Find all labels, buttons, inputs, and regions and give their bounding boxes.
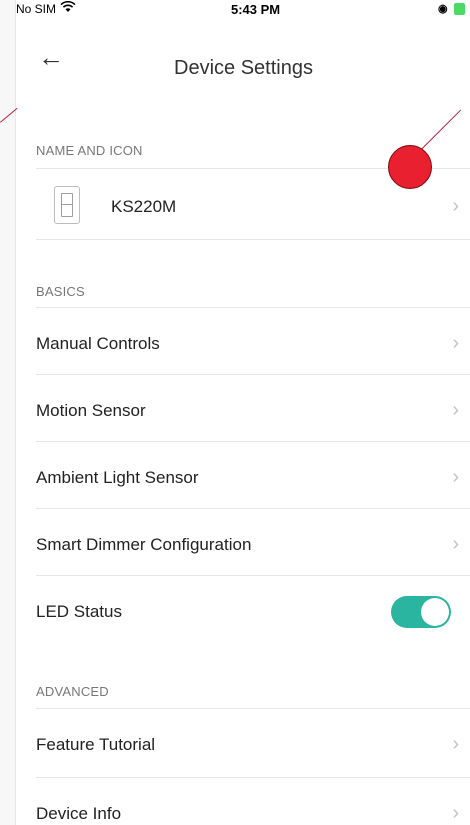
navigation-bar: ← Device Settings [16, 35, 470, 79]
toggle-knob [421, 598, 449, 626]
annotation-marker [388, 145, 432, 189]
divider [36, 777, 470, 778]
section-header-name-and-icon: NAME AND ICON [36, 143, 143, 158]
row-label: Motion Sensor [36, 401, 146, 420]
switch-device-icon [54, 186, 80, 224]
section-header-advanced: ADVANCED [36, 684, 109, 699]
chevron-right-icon: › [452, 533, 459, 555]
section-header-basics: BASICS [36, 284, 85, 299]
motion-sensor-row[interactable]: Motion Sensor › [16, 377, 470, 443]
feature-tutorial-row[interactable]: Feature Tutorial › [16, 711, 470, 777]
chevron-right-icon: › [452, 399, 459, 421]
ambient-light-sensor-row[interactable]: Ambient Light Sensor › [16, 444, 470, 510]
carrier-label: No SIM [16, 2, 57, 16]
status-bar: No SIM 5:43 PM ◉ [16, 0, 470, 20]
chevron-right-icon: › [452, 195, 459, 217]
row-label: Ambient Light Sensor [36, 468, 199, 487]
divider [36, 441, 470, 442]
divider [36, 239, 470, 240]
page-title: Device Settings [174, 57, 313, 79]
divider [36, 374, 470, 375]
row-label: Manual Controls [36, 334, 160, 353]
manual-controls-row[interactable]: Manual Controls › [16, 310, 470, 376]
orientation-lock-icon: ◉ [438, 3, 448, 15]
divider [36, 508, 470, 509]
battery-icon [453, 3, 465, 16]
row-label: Smart Dimmer Configuration [36, 535, 252, 554]
status-icons: ◉ [438, 2, 465, 16]
led-status-toggle[interactable] [391, 596, 451, 628]
smart-dimmer-configuration-row[interactable]: Smart Dimmer Configuration › [16, 511, 470, 577]
chevron-right-icon: › [452, 332, 459, 354]
chevron-right-icon: › [452, 802, 459, 824]
device-info-row[interactable]: Device Info › [16, 780, 470, 825]
device-name: KS220M [111, 197, 177, 216]
row-label: Device Info [36, 804, 122, 823]
divider [36, 575, 470, 576]
phone-screen: No SIM 5:43 PM ◉ ← Device Settings NAME … [15, 0, 470, 825]
clock-time: 5:43 PM [231, 2, 281, 17]
divider [36, 708, 470, 709]
chevron-right-icon: › [452, 466, 459, 488]
wifi-icon [60, 0, 76, 16]
row-label: Feature Tutorial [36, 735, 156, 754]
row-label: LED Status [36, 602, 122, 621]
chevron-right-icon: › [452, 733, 459, 755]
led-status-row: LED Status [16, 578, 470, 644]
divider [36, 307, 470, 308]
